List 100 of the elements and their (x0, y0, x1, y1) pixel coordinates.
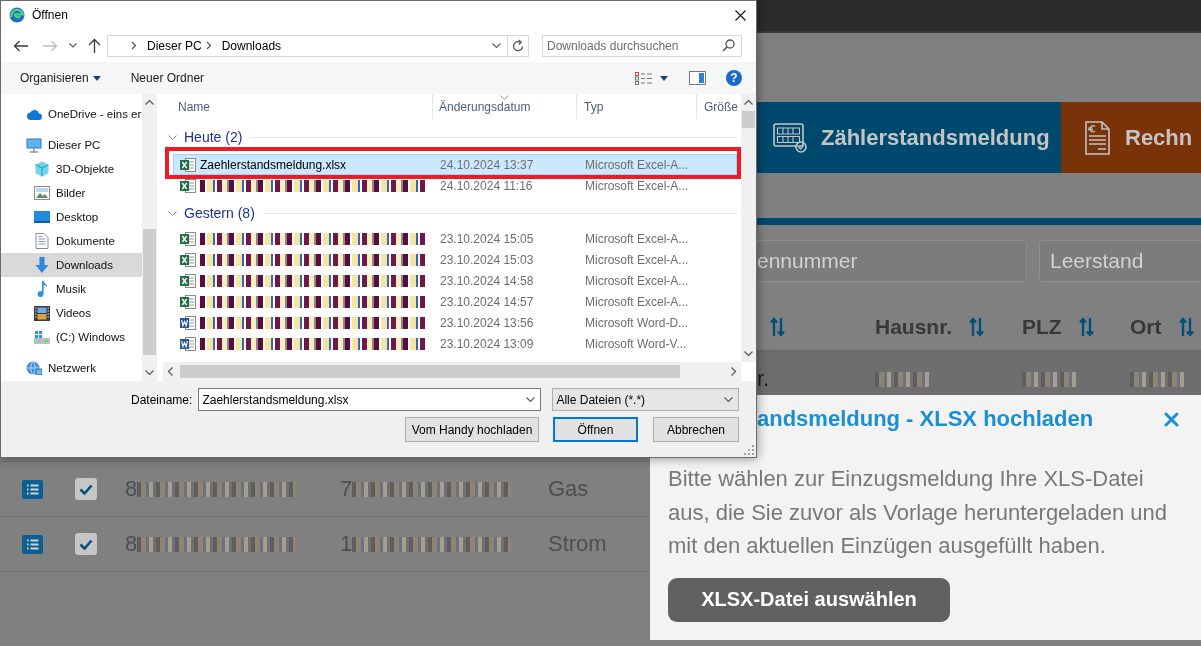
spreadsheet-file-icon (180, 177, 196, 194)
file-row[interactable]: 23.10.2024 15:03 Microsoft Excel-A... (173, 249, 737, 270)
file-date: 23.10.2024 15:05 (439, 231, 535, 246)
caret-icon[interactable] (92, 75, 101, 81)
tree-item[interactable]: Dieser PC (1, 133, 142, 157)
filter-field[interactable]: Leerstand (1039, 240, 1201, 282)
file-type-dropdown[interactable]: Alle Dateien (*.*) (552, 388, 740, 411)
file-date: 24.10.2024 11:16 (439, 178, 534, 193)
scrollbar-thumb[interactable] (180, 365, 680, 378)
vertical-scrollbar[interactable] (741, 94, 756, 362)
breadcrumb-item[interactable]: Dieser PC (147, 38, 202, 53)
tree-item[interactable]: Videos (1, 301, 142, 325)
tree-item[interactable]: OneDrive - eins er (1, 102, 142, 126)
organize-menu-button[interactable]: Organisieren (20, 71, 101, 85)
dialog-button[interactable]: Öffnen (553, 417, 638, 442)
file-name-field[interactable]: Zaehlerstandsmeldung.xlsx (198, 388, 542, 411)
back-arrow-icon[interactable] (13, 39, 28, 52)
chevron-right-icon (131, 41, 137, 50)
tree-item[interactable]: 3D-Objekte (1, 157, 142, 181)
file-row[interactable]: 23.10.2024 13:56 Microsoft Word-D... (173, 312, 737, 333)
file-type: Microsoft Excel-A... (584, 178, 690, 193)
preview-pane-icon[interactable] (689, 71, 706, 85)
chevron-down-icon[interactable] (526, 397, 536, 402)
resize-grip-icon[interactable] (744, 445, 754, 455)
network-icon (26, 361, 42, 375)
help-button[interactable]: ? (726, 70, 742, 86)
file-date: 24.10.2024 13:37 (439, 157, 535, 172)
address-bar[interactable]: Dieser PC Downloads (107, 34, 508, 57)
group-header[interactable]: Gestern (8) (168, 203, 737, 223)
file-date: 23.10.2024 14:57 (439, 294, 535, 309)
column-header[interactable]: Größe (697, 94, 741, 119)
file-type: Microsoft Excel-A... (584, 273, 690, 288)
app-logo-icon (9, 7, 25, 23)
tree-item[interactable]: Musik (1, 277, 142, 301)
file-date: 23.10.2024 14:58 (439, 273, 535, 288)
file-row[interactable]: 23.10.2024 15:05 Microsoft Excel-A... (173, 228, 737, 249)
caret-icon[interactable] (660, 75, 668, 81)
scrollbar-thumb[interactable] (742, 111, 755, 128)
file-type: Microsoft Word-V... (584, 336, 688, 351)
column-header[interactable]: Änderungsdatum (433, 94, 577, 119)
document-file-icon (180, 335, 196, 352)
list-icon[interactable] (22, 479, 43, 499)
window-title: Öffnen (32, 8, 68, 22)
file-row[interactable]: 23.10.2024 14:58 Microsoft Excel-A... (173, 270, 737, 291)
checkbox[interactable] (75, 533, 97, 555)
document-file-icon (180, 314, 196, 331)
column-header[interactable]: Name (163, 94, 433, 119)
tree-item[interactable]: Dokumente (1, 229, 142, 253)
desktop-icon (34, 211, 50, 223)
chevron-right-icon (205, 41, 212, 50)
redacted-text (875, 371, 930, 387)
vertical-scrollbar[interactable] (142, 94, 157, 381)
scroll-up-icon[interactable] (744, 100, 753, 105)
up-arrow-icon[interactable] (88, 38, 101, 53)
picture-icon (34, 186, 50, 200)
scroll-up-icon[interactable] (145, 100, 154, 105)
scroll-left-icon[interactable] (168, 367, 173, 376)
list-icon[interactable] (22, 534, 43, 554)
view-list-icon[interactable] (635, 71, 652, 85)
group-header[interactable]: Heute (2) (168, 127, 737, 147)
chevron-down-icon[interactable] (724, 397, 734, 402)
spreadsheet-file-icon (180, 251, 196, 268)
breadcrumb-item[interactable]: Downloads (221, 38, 282, 53)
checkmark-icon (79, 483, 93, 495)
file-name: Zaehlerstandsmeldung.xlsx (200, 157, 347, 172)
scroll-down-icon[interactable] (744, 351, 753, 356)
file-row[interactable]: 23.10.2024 13:09 Microsoft Word-V... (173, 333, 737, 354)
search-icon[interactable] (722, 39, 735, 52)
search-field[interactable]: Downloads durchsuchen (542, 34, 742, 57)
chevron-down-icon[interactable] (69, 43, 77, 48)
file-type: Microsoft Excel-A... (584, 157, 690, 172)
file-date: 23.10.2024 15:03 (439, 252, 535, 267)
refresh-button[interactable] (508, 34, 529, 57)
dialog-button[interactable]: Vom Handy hochladen (405, 417, 539, 442)
chevron-down-icon[interactable] (492, 43, 501, 48)
horizontal-scrollbar[interactable] (163, 362, 741, 381)
file-row[interactable]: 23.10.2024 14:57 Microsoft Excel-A... (173, 291, 737, 312)
tree-item[interactable]: (C:) Windows (1, 325, 142, 349)
tree-item[interactable]: Netzwerk (1, 356, 142, 380)
nav-tile[interactable]: Rechn (1061, 102, 1201, 173)
tree-item[interactable]: Desktop (1, 205, 142, 229)
tree-item[interactable]: Bilder (1, 181, 142, 205)
file-row[interactable]: 24.10.2024 11:16 Microsoft Excel-A... (173, 175, 737, 196)
nav-tile[interactable]: Zählerstandsmeldung (757, 102, 1061, 173)
spreadsheet-file-icon (180, 272, 196, 289)
tree-item[interactable]: Downloads (1, 253, 142, 277)
dialog-title: andsmeldung - XLSX hochladen (757, 406, 1094, 432)
scroll-right-icon[interactable] (731, 367, 736, 376)
download-arrow-icon (34, 257, 50, 273)
scrollbar-thumb[interactable] (143, 229, 156, 355)
column-header[interactable]: Typ (577, 94, 697, 119)
checkmark-icon (79, 538, 93, 550)
scroll-down-icon[interactable] (145, 370, 154, 375)
new-folder-button[interactable]: Neuer Ordner (130, 71, 205, 85)
dialog-button[interactable]: Abbrechen (653, 417, 739, 442)
select-file-button[interactable]: XLSX-Datei auswählen (668, 577, 950, 622)
chevron-down-icon (168, 134, 177, 140)
file-row[interactable]: Zaehlerstandsmeldung.xlsx 24.10.2024 13:37 Microsoft Excel-A... (173, 154, 737, 175)
checkbox[interactable] (75, 478, 97, 500)
close-icon[interactable] (735, 9, 746, 21)
